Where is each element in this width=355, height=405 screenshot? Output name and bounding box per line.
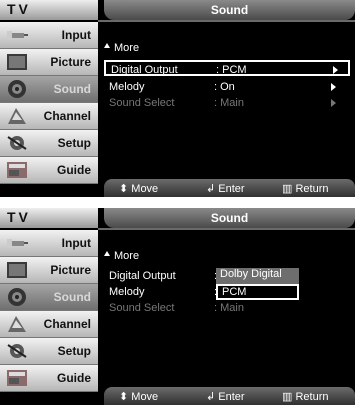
tv-header-tab: TV xyxy=(0,208,98,228)
sidebar-item-label: Picture xyxy=(50,55,91,69)
return-label: Return xyxy=(295,183,329,195)
tv-menu-panel: TV Sound Input Picture Sound Channel Set… xyxy=(0,208,355,405)
sidebar-item-input[interactable]: Input xyxy=(0,22,98,49)
sidebar-item-channel[interactable]: Channel xyxy=(0,311,98,338)
sidebar-item-sound[interactable]: Sound xyxy=(0,284,98,311)
menu-title: Sound xyxy=(210,3,249,17)
sidebar-item-label: Guide xyxy=(56,371,91,385)
move-label: Move xyxy=(131,183,159,195)
sidebar-item-input[interactable]: Input xyxy=(0,230,98,257)
sidebar-item-label: Setup xyxy=(57,344,91,358)
picture-icon xyxy=(7,262,27,278)
setup-icon xyxy=(7,136,27,150)
return-label: Return xyxy=(295,391,329,403)
sidebar-item-guide[interactable]: Guide xyxy=(0,157,98,184)
guide-icon xyxy=(7,370,27,386)
more-item[interactable]: More xyxy=(104,42,139,54)
row-value: : Main xyxy=(214,97,244,109)
sidebar-item-label: Input xyxy=(61,28,91,42)
footer-bar: ⬍ Move ↲ Enter ▥ Return xyxy=(104,387,355,405)
dropdown-option-pcm[interactable]: PCM xyxy=(216,284,299,300)
move-hint: ⬍ Move xyxy=(119,183,159,195)
sidebar-item-label: Sound xyxy=(53,290,91,304)
sidebar-item-label: Guide xyxy=(56,163,91,177)
sidebar: Input Picture Sound Channel Setup Guide xyxy=(0,230,98,405)
sidebar-item-picture[interactable]: Picture xyxy=(0,257,98,284)
channel-icon xyxy=(8,108,26,124)
sidebar-item-label: Input xyxy=(61,236,91,250)
sidebar-item-label: Picture xyxy=(50,263,91,277)
sidebar-item-setup[interactable]: Setup xyxy=(0,130,98,157)
sidebar-item-label: Channel xyxy=(43,109,91,123)
row-label: Melody xyxy=(109,81,145,93)
arrow-right-icon xyxy=(333,66,338,74)
header-divider xyxy=(98,20,355,22)
enter-hint: ↲ Enter xyxy=(206,391,245,403)
sidebar-item-sound[interactable]: Sound xyxy=(0,76,98,103)
row-label: Sound Select xyxy=(109,97,175,109)
arrow-right-icon xyxy=(331,83,336,91)
more-label: More xyxy=(114,42,140,54)
tv-menu-panel: TV Sound Input Picture Sound Channel Set… xyxy=(0,0,355,197)
enter-label: Enter xyxy=(218,391,245,403)
row-label: Digital Output xyxy=(111,64,178,76)
header-divider xyxy=(98,228,355,230)
dropdown-option-dolby-digital[interactable]: Dolby Digital xyxy=(216,268,299,284)
channel-icon xyxy=(8,316,26,332)
menu-row-sound-select[interactable]: Sound Select : Main xyxy=(104,95,350,111)
menu-title: Sound xyxy=(210,211,249,225)
row-label: Melody xyxy=(109,286,145,298)
input-icon xyxy=(7,239,28,248)
sidebar-item-channel[interactable]: Channel xyxy=(0,103,98,130)
move-hint: ⬍ Move xyxy=(119,391,159,403)
footer-bar: ⬍ Move ↲ Enter ▥ Return xyxy=(104,179,355,197)
sidebar-item-setup[interactable]: Setup xyxy=(0,338,98,365)
sidebar-item-guide[interactable]: Guide xyxy=(0,365,98,392)
sidebar-item-label: Setup xyxy=(57,136,91,150)
guide-icon xyxy=(7,162,27,178)
more-item[interactable]: More xyxy=(104,250,139,262)
menu-row-sound-select[interactable]: Sound Select : Main xyxy=(104,300,350,316)
sidebar-item-label: Sound xyxy=(53,82,91,96)
tv-header-label: TV xyxy=(7,1,31,17)
setup-icon xyxy=(7,344,27,358)
return-hint: ▥ Return xyxy=(282,391,329,403)
row-label: Sound Select xyxy=(109,302,175,314)
menu-row-melody[interactable]: Melody : On xyxy=(104,79,350,95)
input-icon xyxy=(7,31,28,40)
arrow-right-icon xyxy=(331,99,336,107)
sound-icon xyxy=(8,288,26,306)
sidebar-item-label: Channel xyxy=(43,317,91,331)
more-label: More xyxy=(114,250,140,262)
menu-title-bar: Sound xyxy=(104,208,355,228)
row-value: : PCM xyxy=(216,64,247,76)
return-hint: ▥ Return xyxy=(282,183,329,195)
move-label: Move xyxy=(131,391,159,403)
sound-icon xyxy=(8,80,26,98)
tv-header-tab: TV xyxy=(0,0,98,20)
enter-hint: ↲ Enter xyxy=(206,183,245,195)
menu-row-digital-output[interactable]: Digital Output : PCM xyxy=(104,60,350,76)
tv-header-label: TV xyxy=(7,209,31,225)
menu-title-bar: Sound xyxy=(104,0,355,20)
digital-output-dropdown[interactable]: Dolby Digital PCM xyxy=(216,268,299,300)
enter-label: Enter xyxy=(218,183,245,195)
row-label: Digital Output xyxy=(109,270,176,282)
up-arrow-icon xyxy=(104,43,110,48)
picture-icon xyxy=(7,54,27,70)
up-arrow-icon xyxy=(104,251,110,256)
row-value: : On xyxy=(214,81,235,93)
row-value: : Main xyxy=(214,302,244,314)
sidebar: Input Picture Sound Channel Setup Guide xyxy=(0,22,98,197)
sidebar-item-picture[interactable]: Picture xyxy=(0,49,98,76)
